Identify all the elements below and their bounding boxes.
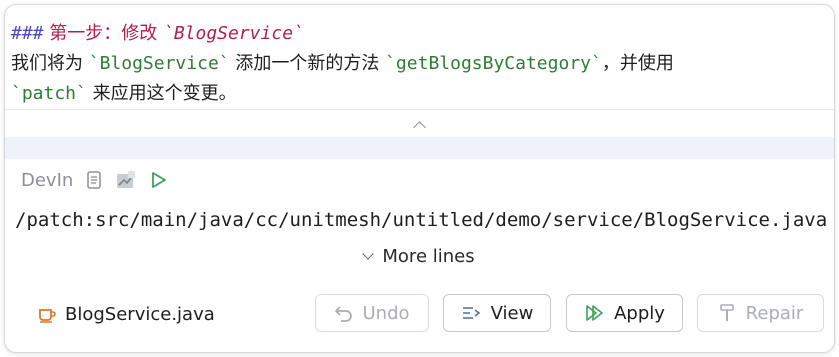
diff-view-icon (462, 307, 480, 319)
image-icon[interactable] (115, 169, 137, 191)
patch-command[interactable]: /patch:src/main/java/cc/unitmesh/untitle… (15, 209, 827, 231)
apply-button[interactable]: Apply (566, 294, 683, 332)
line1-post: ，并使用 (601, 53, 674, 74)
markdown-content: ### 第一步：修改 `BlogService` 我们将为 `BlogServi… (11, 19, 824, 109)
hammer-icon (719, 304, 734, 321)
apply-label: Apply (614, 302, 665, 324)
undo-label: Undo (362, 302, 410, 324)
line1-pre: 我们将为 (11, 53, 83, 74)
copy-icon[interactable] (83, 169, 105, 191)
file-reference[interactable]: BlogService.java (37, 301, 215, 327)
chevron-up-icon[interactable] (413, 120, 426, 134)
undo-button[interactable]: Undo (315, 294, 429, 332)
repair-label: Repair (745, 302, 804, 324)
inline-code-patch: `patch` (11, 83, 87, 104)
inline-code-method: `getBlogsByCategory` (385, 53, 602, 74)
line2-post: 来应用这个变更。 (92, 83, 237, 104)
inline-code-blogservice: `BlogService` (88, 53, 230, 74)
line1-mid: 添加一个新的方法 (235, 53, 380, 74)
apply-icon (586, 305, 603, 321)
more-lines-label: More lines (382, 245, 475, 267)
collapse-toggle[interactable] (5, 109, 834, 138)
file-name: BlogService.java (65, 303, 215, 325)
chevron-down-icon (362, 247, 375, 260)
heading-hash: ### (11, 23, 44, 44)
markdown-heading: ### 第一步：修改 `BlogService` (11, 19, 824, 49)
code-block-toolbar: DevIn (21, 167, 169, 193)
more-lines-toggle[interactable]: More lines (5, 243, 834, 269)
java-cup-icon (39, 309, 56, 323)
markdown-line-1: 我们将为 `BlogService` 添加一个新的方法 `getBlogsByC… (11, 49, 824, 79)
heading-code: `BlogService` (162, 23, 304, 44)
heading-text: 第一步：修改 (49, 23, 158, 44)
view-label: View (490, 302, 534, 324)
undo-icon (335, 306, 353, 322)
run-icon[interactable] (147, 169, 169, 191)
separator-band (5, 137, 834, 159)
repair-button[interactable]: Repair (697, 294, 824, 332)
devin-response-panel: ### 第一步：修改 `BlogService` 我们将为 `BlogServi… (4, 4, 835, 353)
markdown-line-2: `patch` 来应用这个变更。 (11, 79, 824, 109)
view-button[interactable]: View (443, 294, 551, 332)
language-label: DevIn (21, 169, 74, 191)
